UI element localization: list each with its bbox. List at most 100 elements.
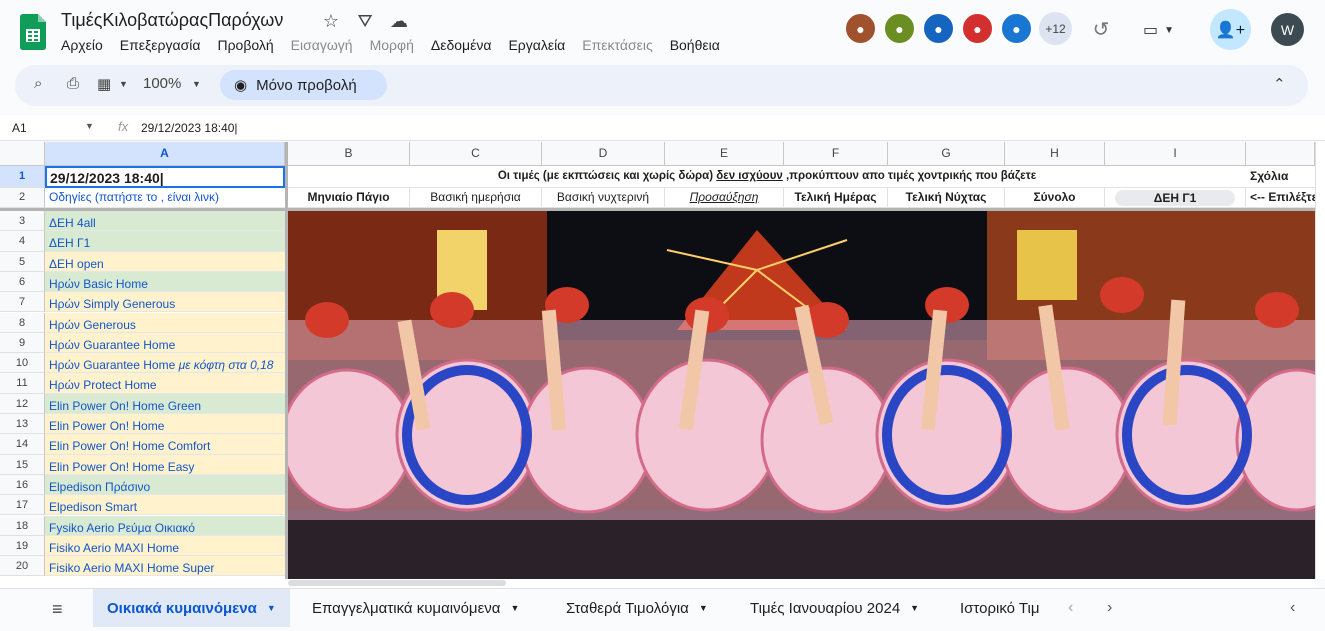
move-to-drive-icon[interactable]: ⛛	[354, 10, 376, 32]
menu-edit[interactable]: Επεξεργασία	[120, 37, 201, 53]
row-header-19[interactable]: 19	[0, 535, 45, 557]
sheet-tab-business-variable[interactable]: Επαγγελματικά κυμαινόμενα ▼	[298, 589, 533, 627]
side-panel-toggle-icon[interactable]: ‹	[1290, 599, 1295, 617]
share-button[interactable]: 👤+	[1210, 9, 1251, 50]
cell-a1-selected[interactable]: 29/12/2023 18:40|	[45, 166, 285, 188]
provider-name-cell[interactable]: Ηρών Guarantee Home	[45, 332, 285, 354]
sheet-tab-january-2024[interactable]: Τιμές Ιανουαρίου 2024 ▼	[736, 589, 933, 627]
menu-format[interactable]: Μορφή	[370, 37, 414, 53]
column-header-j[interactable]	[1246, 142, 1315, 166]
select-all-corner[interactable]	[0, 142, 45, 166]
collaborator-avatar[interactable]: ●	[844, 12, 877, 45]
provider-name-cell[interactable]: Elin Power On! Home Comfort	[45, 434, 285, 455]
column-header-c[interactable]: C	[410, 142, 542, 166]
row-header-17[interactable]: 17	[0, 495, 45, 516]
provider-name-cell[interactable]: Ηρών Guarantee Home με κόφτη στα 0,18	[45, 353, 285, 374]
collaborator-avatar[interactable]: ●	[922, 12, 955, 45]
chevron-down-icon[interactable]: ▼	[910, 603, 919, 613]
collaborator-avatar[interactable]: ●	[883, 12, 916, 45]
provider-name-cell[interactable]: Ηρών Basic Home	[45, 271, 285, 293]
search-icon[interactable]: ⌕	[34, 75, 42, 92]
provider-name-cell[interactable]: ΔΕΗ Γ1	[45, 231, 285, 252]
menu-file[interactable]: Αρχείο	[61, 37, 103, 53]
formula-input[interactable]: 29/12/2023 18:40|	[141, 121, 238, 135]
provider-name-cell[interactable]: Elin Power On! Home	[45, 414, 285, 435]
vertical-scrollbar[interactable]	[1315, 142, 1325, 579]
row-header-14[interactable]: 14	[0, 434, 45, 455]
can-can-dancers-image[interactable]	[287, 210, 1315, 579]
spreadsheet-grid[interactable]: A B C D E F G H I 1 29/12/2023 18:40| Οι…	[0, 142, 1315, 579]
row-header-4[interactable]: 4	[0, 231, 45, 252]
provider-name-cell[interactable]: Fisiko Aerio MAXI Home Super	[45, 556, 285, 577]
chevron-down-icon[interactable]: ▼	[85, 121, 94, 131]
menu-insert[interactable]: Εισαγωγή	[291, 37, 353, 53]
menu-view[interactable]: Προβολή	[217, 37, 273, 53]
row-header-10[interactable]: 10	[0, 353, 45, 374]
row-header-15[interactable]: 15	[0, 454, 45, 475]
view-filter-icon[interactable]: ▦	[97, 75, 111, 93]
meet-button[interactable]: ▭ ▼	[1143, 17, 1193, 43]
instructions-link[interactable]: Οδηγίες (πατήστε το , είναι λινκ)	[45, 188, 285, 208]
menu-tools[interactable]: Εργαλεία	[508, 37, 565, 53]
more-collaborators-badge[interactable]: +12	[1039, 12, 1072, 45]
provider-name-cell[interactable]: Elin Power On! Home Easy	[45, 454, 285, 475]
provider-name-cell[interactable]: ΔΕΗ 4all	[45, 211, 285, 232]
document-title[interactable]: ΤιμέςΚιλοβατώραςΠαρόχων	[61, 10, 283, 31]
provider-name-cell[interactable]: Ηρών Simply Generous	[45, 292, 285, 313]
column-header-f[interactable]: F	[784, 142, 888, 166]
provider-name-cell[interactable]: Elpedison Smart	[45, 495, 285, 516]
row-header-6[interactable]: 6	[0, 271, 45, 293]
provider-name-cell[interactable]: Elpedison Πράσινο	[45, 474, 285, 496]
provider-name-cell[interactable]: Fysiko Aerio Ρεύμα Οικιακό	[45, 515, 285, 536]
row-header-1[interactable]: 1	[0, 166, 45, 188]
cloud-status-icon[interactable]: ☁	[388, 10, 410, 32]
provider-name-cell[interactable]: Ηρών Protect Home	[45, 373, 285, 394]
row-header-2[interactable]: 2	[0, 188, 45, 208]
menu-help[interactable]: Βοήθεια	[670, 37, 720, 53]
menu-data[interactable]: Δεδομένα	[431, 37, 492, 53]
row-header-7[interactable]: 7	[0, 292, 45, 313]
version-history-icon[interactable]: ↺	[1089, 17, 1113, 41]
row-header-9[interactable]: 9	[0, 332, 45, 354]
row-header-11[interactable]: 11	[0, 373, 45, 394]
column-header-g[interactable]: G	[888, 142, 1005, 166]
column-header-a[interactable]: A	[45, 142, 285, 166]
row-header-3[interactable]: 3	[0, 211, 45, 232]
provider-dropdown-cell[interactable]: ΔΕΗ Γ1	[1105, 188, 1246, 208]
horizontal-scroll-thumb[interactable]	[288, 580, 506, 586]
print-icon[interactable]: ⎙	[67, 75, 79, 92]
sheets-logo-icon[interactable]	[20, 14, 46, 50]
sheet-tab-household-variable[interactable]: Οικιακά κυμαινόμενα ▼	[93, 589, 290, 627]
provider-name-cell[interactable]: ΔΕΗ open	[45, 251, 285, 272]
column-header-h[interactable]: H	[1005, 142, 1105, 166]
sheet-tab-fixed-tariffs[interactable]: Σταθερά Τιμολόγια ▼	[552, 589, 722, 627]
chevron-down-icon[interactable]: ▼	[192, 79, 201, 89]
row-header-8[interactable]: 8	[0, 312, 45, 333]
column-header-i[interactable]: I	[1105, 142, 1246, 166]
zoom-select[interactable]: 100%	[143, 75, 181, 92]
row-header-5[interactable]: 5	[0, 251, 45, 272]
view-only-button[interactable]: ◉ Μόνο προβολή	[220, 70, 387, 100]
frozen-row-divider[interactable]	[0, 208, 1315, 211]
chevron-down-icon[interactable]: ▼	[699, 603, 708, 613]
row-header-20[interactable]: 20	[0, 556, 45, 577]
horizontal-scrollbar[interactable]	[0, 579, 1315, 588]
provider-name-cell[interactable]: Fisiko Aerio MAXI Home	[45, 535, 285, 557]
provider-dropdown-chip[interactable]: ΔΕΗ Γ1	[1115, 190, 1235, 206]
row-header-12[interactable]: 12	[0, 393, 45, 414]
scroll-tabs-right-icon[interactable]: ›	[1107, 599, 1112, 617]
menu-extensions[interactable]: Επεκτάσεις	[582, 37, 652, 53]
star-icon[interactable]: ☆	[320, 10, 342, 32]
chevron-down-icon[interactable]: ▼	[267, 603, 276, 613]
collaborator-avatar[interactable]: ●	[961, 12, 994, 45]
column-header-e[interactable]: E	[665, 142, 784, 166]
row-header-16[interactable]: 16	[0, 474, 45, 496]
scroll-tabs-left-icon[interactable]: ‹	[1068, 599, 1073, 617]
name-box[interactable]: A1	[12, 121, 27, 135]
row-header-13[interactable]: 13	[0, 414, 45, 435]
collaborator-avatar[interactable]: ●	[1000, 12, 1033, 45]
collapse-toolbar-icon[interactable]: ⌃	[1273, 75, 1286, 93]
chevron-down-icon[interactable]: ▼	[119, 79, 128, 89]
chevron-down-icon[interactable]: ▼	[510, 603, 519, 613]
all-sheets-menu-icon[interactable]: ≡	[52, 599, 63, 620]
